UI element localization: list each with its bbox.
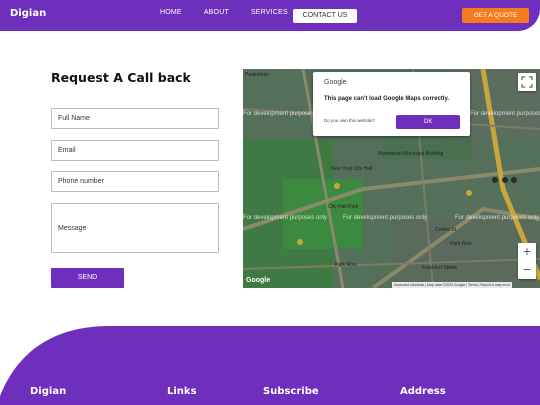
- dialog-ok-button[interactable]: OK: [396, 115, 460, 129]
- dev-watermark-3: For development purposes only: [243, 215, 328, 221]
- message-field[interactable]: Message: [51, 203, 219, 253]
- dialog-own-site-link[interactable]: Do you own this website?: [324, 118, 375, 123]
- dialog-google-brand: Google: [324, 79, 347, 86]
- google-logo: Google: [246, 277, 271, 284]
- footer-links-heading: Links: [167, 386, 197, 397]
- phone-field[interactable]: Phone number: [51, 171, 219, 192]
- main-nav: HOME ABOUT SERVICES: [160, 9, 310, 16]
- dev-watermark-4: For development purposes only: [343, 215, 428, 221]
- footer-subscribe-heading: Subscribe: [263, 386, 319, 397]
- message-placeholder: Message: [58, 225, 87, 232]
- map-label-park-row-2: Park Row: [335, 262, 357, 268]
- footer-brand: Digian: [30, 386, 67, 397]
- map-label-municipal: Manhattan Municipal Building: [378, 151, 444, 157]
- header-bar: Digian HOME ABOUT SERVICES CONTACT US GE…: [0, 0, 540, 31]
- form-title: Request A Call back: [51, 70, 191, 85]
- brand-logo[interactable]: Digian: [10, 8, 46, 19]
- fullscreen-button[interactable]: [518, 73, 536, 91]
- email-placeholder: Email: [58, 147, 76, 154]
- dev-watermark-2: For development purposes only: [470, 111, 540, 117]
- map-label-park-row: Park Row: [450, 241, 472, 247]
- nav-contact-us[interactable]: CONTACT US: [293, 9, 357, 23]
- page: Digian HOME ABOUT SERVICES CONTACT US GE…: [0, 0, 540, 405]
- map-label-city-hall: New York City Hall: [331, 166, 373, 172]
- zoom-in-button[interactable]: +: [518, 243, 536, 261]
- get-a-quote-button[interactable]: GET A QUOTE: [462, 8, 529, 23]
- zoom-out-button[interactable]: −: [518, 261, 536, 279]
- full-name-placeholder: Full Name: [58, 115, 90, 122]
- nav-about[interactable]: ABOUT: [204, 9, 229, 16]
- send-button[interactable]: SEND: [51, 268, 124, 288]
- map-label-centre-st: Centre St: [435, 227, 457, 233]
- full-name-field[interactable]: Full Name: [51, 108, 219, 129]
- zoom-control: + −: [518, 243, 536, 279]
- nav-home[interactable]: HOME: [160, 9, 182, 16]
- phone-placeholder: Phone number: [58, 178, 104, 185]
- email-field[interactable]: Email: [51, 140, 219, 161]
- footer-address-heading: Address: [400, 386, 446, 397]
- map-label-city-hall-park: City Hall Park: [328, 204, 359, 210]
- fullscreen-icon: [521, 76, 533, 88]
- dev-watermark-5: For development purposes only: [455, 215, 540, 221]
- map-attribution[interactable]: Keyboard shortcuts | Map data ©2023 Goog…: [392, 282, 512, 288]
- map-label-frankfort: Frankfort Street: [422, 265, 457, 271]
- map-label-pedestrian: Pedestrian: [245, 72, 269, 78]
- dialog-error-message: This page can't load Google Maps correct…: [324, 96, 450, 102]
- nav-services[interactable]: SERVICES: [251, 9, 288, 16]
- map-error-dialog: Google This page can't load Google Maps …: [313, 72, 470, 136]
